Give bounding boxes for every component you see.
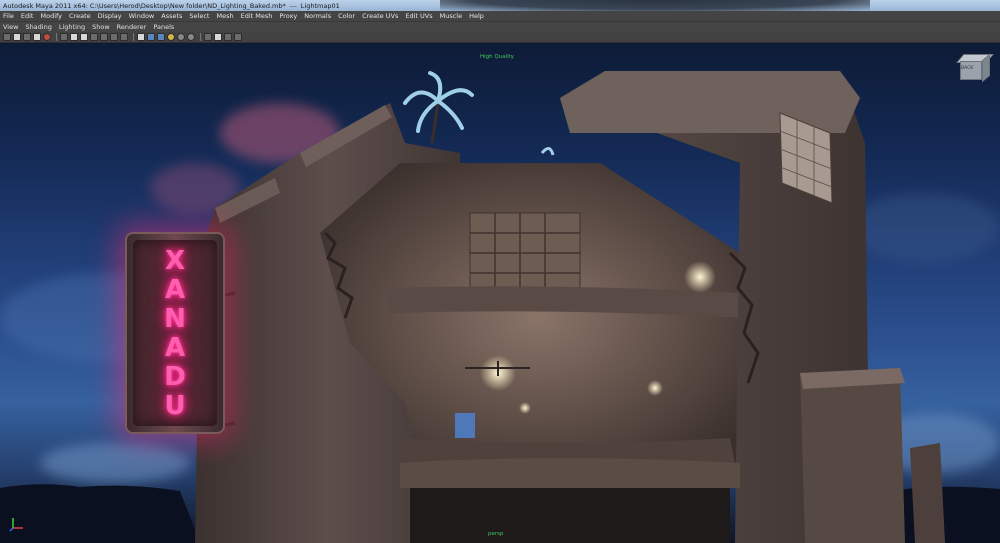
wall-lamp <box>519 402 531 414</box>
panel-menu-show[interactable]: Show <box>92 23 110 31</box>
ground-floor-door <box>410 483 730 543</box>
app-title: Autodesk Maya 2011 x64: C:\Users\Herod\D… <box>3 1 286 10</box>
wireframe-icon[interactable] <box>137 33 145 41</box>
ceiling-lamp <box>684 261 716 293</box>
field-chart-icon[interactable] <box>100 33 108 41</box>
viewcube-label: BACK <box>961 66 974 71</box>
camera-select-icon[interactable] <box>3 33 11 41</box>
menu-proxy[interactable]: Proxy <box>279 12 297 20</box>
menu-edit-uvs[interactable]: Edit UVs <box>405 12 432 20</box>
menu-window[interactable]: Window <box>129 12 155 20</box>
toolbar-divider <box>133 33 134 41</box>
panel-toolbar <box>0 32 1000 43</box>
xray-joints-icon[interactable] <box>234 33 242 41</box>
sign-panel: X A N A D U <box>133 240 217 426</box>
shadows-icon[interactable] <box>177 33 185 41</box>
panel-menu-shading[interactable]: Shading <box>25 23 51 31</box>
film-gate-icon[interactable] <box>70 33 78 41</box>
lower-opening <box>455 413 475 438</box>
title-separator: --- <box>289 1 297 10</box>
hud-quality-label: High Quality <box>480 54 515 60</box>
panel-menu-bar: View Shading Lighting Show Renderer Pane… <box>0 22 1000 32</box>
2d-pan-icon[interactable] <box>43 33 51 41</box>
default-material-icon[interactable] <box>224 33 232 41</box>
menu-edit-mesh[interactable]: Edit Mesh <box>241 12 273 20</box>
menu-color[interactable]: Color <box>338 12 355 20</box>
menu-normals[interactable]: Normals <box>304 12 331 20</box>
menu-help[interactable]: Help <box>469 12 484 20</box>
viewcube-side-face[interactable] <box>982 53 990 83</box>
safe-action-icon[interactable] <box>110 33 118 41</box>
textured-icon[interactable] <box>157 33 165 41</box>
tree-line <box>0 484 200 543</box>
gate-mask-icon[interactable] <box>90 33 98 41</box>
menu-create-uvs[interactable]: Create UVs <box>362 12 398 20</box>
safe-title-icon[interactable] <box>120 33 128 41</box>
toolbar-divider <box>56 33 57 41</box>
main-menu-bar: File Edit Modify Create Display Window A… <box>0 11 1000 22</box>
isolate-select-icon[interactable] <box>204 33 212 41</box>
sign-letter: U <box>164 390 186 421</box>
sign-letter: A <box>164 274 186 305</box>
side-pillar <box>910 443 945 543</box>
menu-display[interactable]: Display <box>98 12 122 20</box>
high-quality-icon[interactable] <box>214 33 222 41</box>
tower-lower-block <box>800 368 905 543</box>
ground-floor-ledge <box>400 458 740 488</box>
sign-letter: N <box>164 303 186 334</box>
toolbar-divider <box>200 33 201 41</box>
panel-menu-view[interactable]: View <box>3 23 18 31</box>
camera-attributes-icon[interactable] <box>13 33 21 41</box>
smooth-shade-icon[interactable] <box>147 33 155 41</box>
menu-modify[interactable]: Modify <box>40 12 62 20</box>
grid-icon[interactable] <box>60 33 68 41</box>
xray-icon[interactable] <box>187 33 195 41</box>
panel-title: Lightmap01 <box>300 1 340 10</box>
sign-letter: X <box>164 245 186 276</box>
perspective-viewport[interactable]: X A N A D U High Quality persp BACK <box>0 43 1000 543</box>
menu-mesh[interactable]: Mesh <box>216 12 233 20</box>
panel-menu-renderer[interactable]: Renderer <box>117 23 147 31</box>
title-bar: Autodesk Maya 2011 x64: C:\Users\Herod\D… <box>0 0 1000 11</box>
viewcube[interactable]: BACK <box>956 52 994 86</box>
image-plane-icon[interactable] <box>33 33 41 41</box>
hud-camera-label: persp <box>488 531 504 537</box>
panel-menu-panels[interactable]: Panels <box>153 23 174 31</box>
menu-select[interactable]: Select <box>189 12 209 20</box>
lights-icon[interactable] <box>167 33 175 41</box>
sign-letter: A <box>164 332 186 363</box>
menu-muscle[interactable]: Muscle <box>440 12 463 20</box>
menu-create[interactable]: Create <box>69 12 91 20</box>
sign-letter: D <box>164 361 186 392</box>
menu-assets[interactable]: Assets <box>161 12 182 20</box>
palm-frond <box>540 147 555 156</box>
axis-gizmo-icon <box>9 518 23 532</box>
xanadu-neon-sign: X A N A D U <box>125 232 225 434</box>
bookmark-icon[interactable] <box>23 33 31 41</box>
menu-edit[interactable]: Edit <box>21 12 34 20</box>
wall-lamp <box>647 380 663 396</box>
palm-frond <box>403 71 474 133</box>
title-bar-background <box>440 0 870 11</box>
tower-cornice <box>560 71 860 133</box>
resolution-gate-icon[interactable] <box>80 33 88 41</box>
menu-file[interactable]: File <box>3 12 14 20</box>
palm-trunk <box>430 102 440 144</box>
panel-menu-lighting[interactable]: Lighting <box>59 23 85 31</box>
